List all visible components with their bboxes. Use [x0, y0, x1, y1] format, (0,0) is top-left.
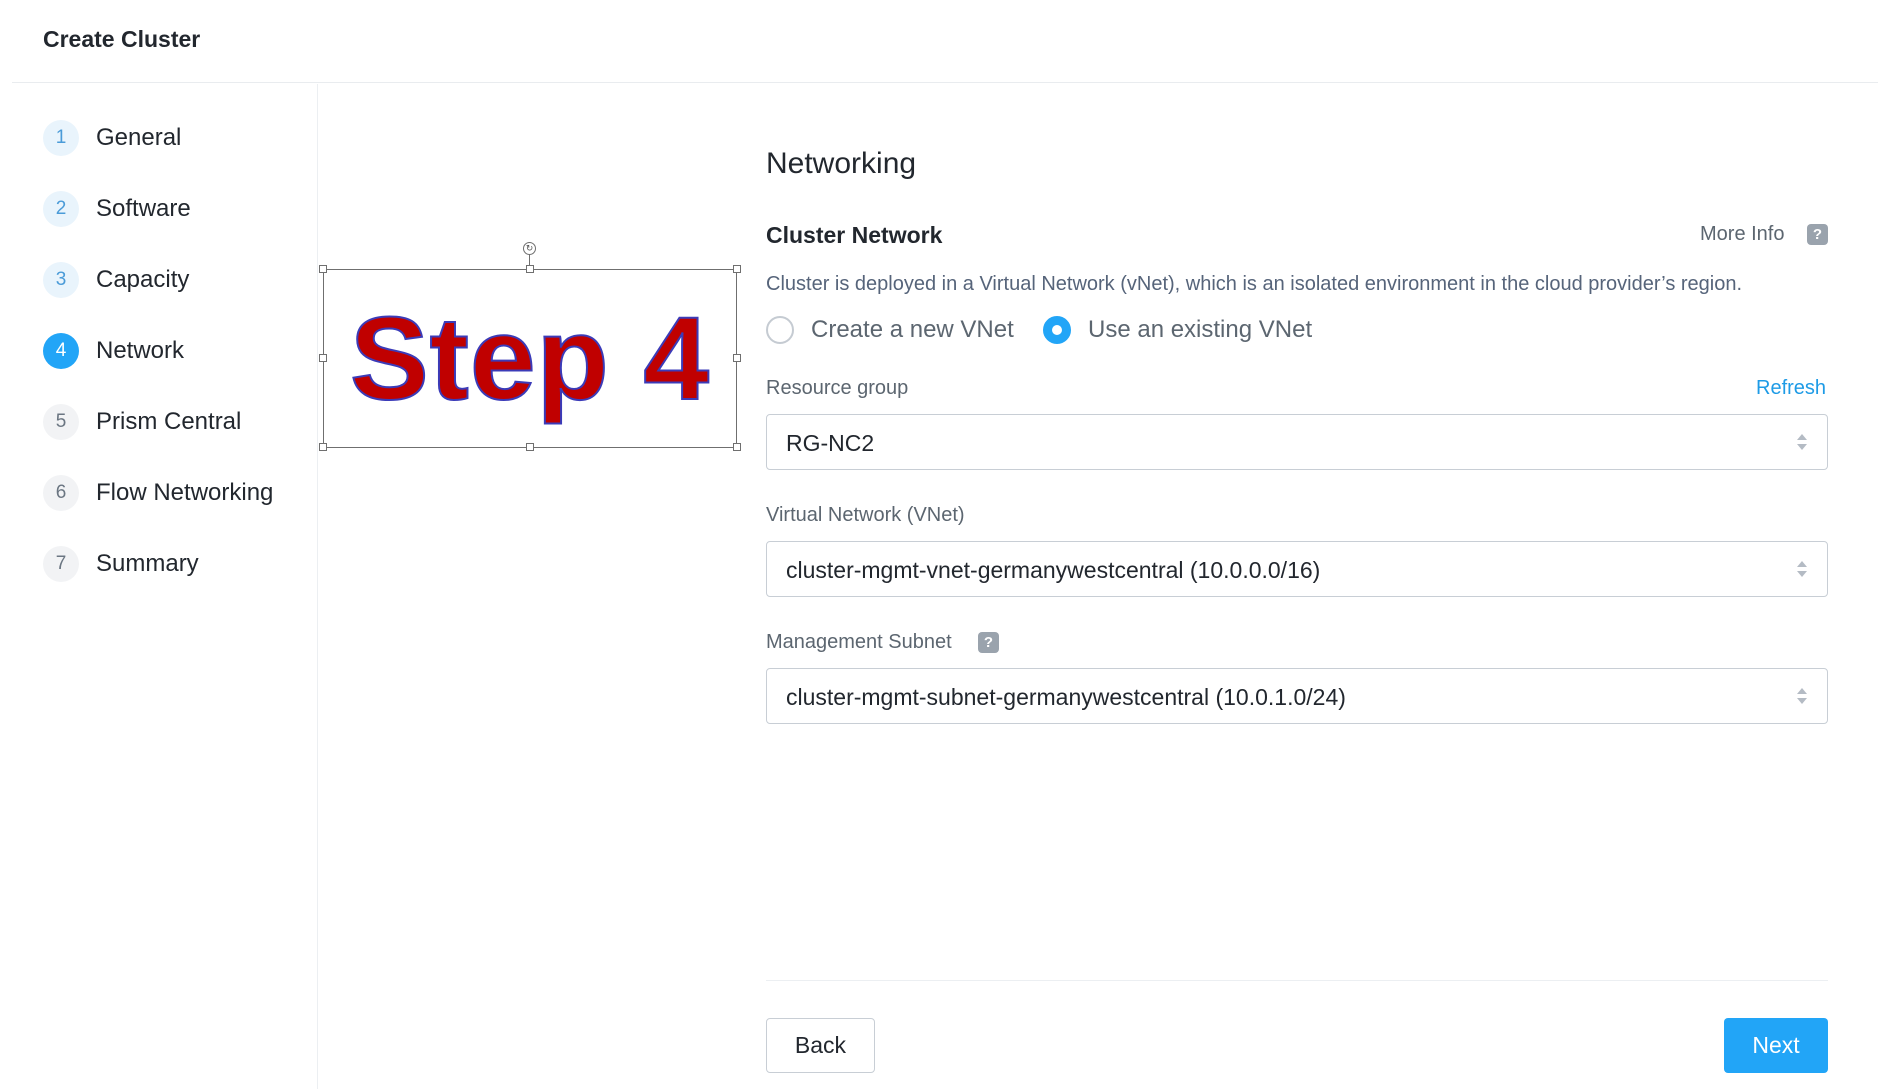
resource-group-label: Resource group: [766, 377, 909, 399]
create-cluster-window: Create Cluster 1 General 2 Software 3 Ca…: [0, 0, 1878, 1089]
step-number-2: 2: [43, 191, 79, 227]
radio-button-checked[interactable]: [1043, 316, 1071, 344]
vnet-select[interactable]: cluster-mgmt-vnet-germanywestcentral (10…: [766, 541, 1828, 597]
radio-create-new-vnet-label: Create a new VNet: [811, 316, 1014, 343]
refresh-link[interactable]: Refresh: [1756, 377, 1826, 400]
step-number-1: 1: [43, 120, 79, 156]
select-arrows-icon: [1797, 432, 1807, 452]
step-label-general: General: [96, 124, 182, 151]
resize-handle-bottom-left[interactable]: [319, 443, 327, 451]
help-icon[interactable]: ?: [978, 632, 999, 653]
step-number-7: 7: [43, 546, 79, 582]
step-software[interactable]: 2 Software: [43, 191, 191, 227]
resize-handle-right[interactable]: [733, 354, 741, 362]
step-label-capacity: Capacity: [96, 266, 190, 293]
step-general[interactable]: 1 General: [43, 120, 181, 156]
vnet-label: Virtual Network (VNet): [766, 504, 965, 526]
step-number-6: 6: [43, 475, 79, 511]
section-title: Networking: [766, 147, 917, 180]
footer-divider: [766, 980, 1828, 981]
resize-handle-top-right[interactable]: [733, 265, 741, 273]
resize-handle-top[interactable]: [526, 265, 534, 273]
resize-handle-top-left[interactable]: [319, 265, 327, 273]
radio-use-existing-vnet[interactable]: Use an existing VNet: [1043, 315, 1312, 345]
wizard-steps-sidebar: 1 General 2 Software 3 Capacity 4 Networ…: [0, 84, 318, 1089]
step-flow-networking[interactable]: 6 Flow Networking: [43, 475, 273, 511]
step-number-4: 4: [43, 333, 79, 369]
step-network[interactable]: 4 Network: [43, 333, 184, 369]
step-prism-central[interactable]: 5 Prism Central: [43, 404, 241, 440]
step-capacity[interactable]: 3 Capacity: [43, 262, 189, 298]
select-arrows-icon: [1797, 686, 1807, 706]
header: Create Cluster: [12, 0, 1878, 83]
vnet-value: cluster-mgmt-vnet-germanywestcentral (10…: [786, 557, 1321, 583]
step-annotation-text: Step 4: [349, 292, 711, 426]
resize-handle-bottom[interactable]: [526, 443, 534, 451]
more-info-link[interactable]: More Info: [1700, 223, 1784, 246]
step-label-summary: Summary: [96, 550, 199, 577]
management-subnet-value: cluster-mgmt-subnet-germanywestcentral (…: [786, 684, 1346, 710]
radio-create-new-vnet[interactable]: Create a new VNet: [766, 315, 1014, 345]
management-subnet-label: Management Subnet: [766, 631, 952, 653]
back-button[interactable]: Back: [766, 1018, 875, 1073]
help-icon[interactable]: ?: [1807, 224, 1828, 245]
cluster-network-title: Cluster Network: [766, 222, 943, 248]
step-label-prism-central: Prism Central: [96, 408, 242, 435]
next-button[interactable]: Next: [1724, 1018, 1828, 1073]
radio-button-unchecked[interactable]: [766, 316, 794, 344]
page-title: Create Cluster: [43, 26, 201, 52]
management-subnet-select[interactable]: cluster-mgmt-subnet-germanywestcentral (…: [766, 668, 1828, 724]
resize-handle-bottom-right[interactable]: [733, 443, 741, 451]
select-arrows-icon: [1797, 559, 1807, 579]
radio-use-existing-vnet-label: Use an existing VNet: [1088, 316, 1313, 343]
resource-group-select[interactable]: RG-NC2: [766, 414, 1828, 470]
step-label-network: Network: [96, 337, 185, 364]
step-annotation-box[interactable]: Step 4: [323, 269, 737, 448]
cluster-network-description: Cluster is deployed in a Virtual Network…: [766, 273, 1743, 295]
step-number-5: 5: [43, 404, 79, 440]
resize-handle-left[interactable]: [319, 354, 327, 362]
resource-group-value: RG-NC2: [786, 430, 875, 456]
rotate-handle[interactable]: ↻: [523, 242, 536, 255]
step-label-software: Software: [96, 195, 191, 222]
step-number-3: 3: [43, 262, 79, 298]
step-label-flow-networking: Flow Networking: [96, 479, 274, 506]
step-summary[interactable]: 7 Summary: [43, 546, 199, 582]
